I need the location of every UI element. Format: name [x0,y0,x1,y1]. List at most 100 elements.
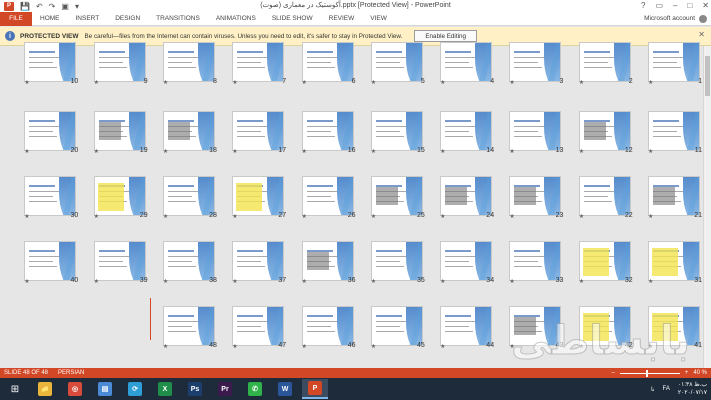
slide-thumbnail[interactable] [301,306,354,346]
taskbar-powerpoint-button[interactable]: P [302,379,328,399]
animation-star-icon[interactable]: ★ [509,278,514,285]
animation-star-icon[interactable]: ★ [648,343,653,350]
language-indicator[interactable]: PERSIAN [58,370,84,376]
clock[interactable]: ۰۱:۳۸ ب.ظ ۲۰۲۰/۰۷/۱۷ [678,381,707,397]
slide-thumbnail[interactable] [24,176,77,216]
animation-star-icon[interactable]: ★ [371,79,376,86]
tab-slide-show[interactable]: SLIDE SHOW [264,12,321,26]
slide-thumbnail[interactable] [509,176,562,216]
animation-star-icon[interactable]: ★ [232,213,237,220]
animation-star-icon[interactable]: ★ [302,343,307,350]
slide-thumbnail[interactable] [440,306,493,346]
animation-star-icon[interactable]: ★ [440,148,445,155]
slide-thumbnail[interactable] [509,241,562,281]
taskbar-file-explorer-button[interactable]: 📁 [32,379,58,399]
minimize-button[interactable]: – [673,0,677,12]
enable-editing-button[interactable]: Enable Editing [414,30,477,42]
animation-star-icon[interactable]: ★ [440,79,445,86]
tab-design[interactable]: DESIGN [107,12,148,26]
animation-star-icon[interactable]: ★ [648,148,653,155]
taskbar-whatsapp-button[interactable]: ✆ [242,379,268,399]
animation-star-icon[interactable]: ★ [24,278,29,285]
slide-thumbnail[interactable] [162,306,215,346]
animation-star-icon[interactable]: ★ [302,79,307,86]
slide-thumbnail[interactable] [301,241,354,281]
slide-thumbnail[interactable] [440,42,493,82]
scrollbar-thumb[interactable] [705,56,710,96]
slide-thumbnail[interactable] [24,111,77,151]
zoom-slider[interactable] [619,369,680,377]
slide-thumbnail[interactable] [93,176,146,216]
animation-star-icon[interactable]: ★ [579,213,584,220]
animation-star-icon[interactable]: ★ [94,278,99,285]
slide-thumbnail[interactable] [370,176,423,216]
slide-thumbnail[interactable] [301,111,354,151]
taskbar-photoshop-button[interactable]: Ps [182,379,208,399]
slide-thumbnail[interactable] [509,111,562,151]
slide-thumbnail[interactable] [370,111,423,151]
animation-star-icon[interactable]: ★ [371,278,376,285]
slide-thumbnail[interactable] [301,176,354,216]
slide-thumbnail[interactable] [162,176,215,216]
start-button[interactable]: ⊞ [0,378,30,400]
animation-star-icon[interactable]: ★ [509,343,514,350]
slide-thumbnail[interactable] [648,241,700,281]
account-name[interactable]: Microsoft account [644,12,695,26]
slide-thumbnail[interactable] [301,42,354,82]
taskbar-word-button[interactable]: W [272,379,298,399]
tab-view[interactable]: VIEW [362,12,395,26]
maximize-button[interactable]: □ [687,0,692,12]
animation-star-icon[interactable]: ★ [94,148,99,155]
slide-thumbnail[interactable] [93,42,146,82]
animation-star-icon[interactable]: ★ [24,79,29,86]
slide-thumbnail[interactable] [232,42,285,82]
slide-thumbnail[interactable] [648,306,700,346]
animation-star-icon[interactable]: ★ [232,343,237,350]
slide-thumbnail[interactable] [648,176,700,216]
close-button[interactable]: ✕ [702,0,709,12]
slide-thumbnail[interactable] [370,42,423,82]
save-icon[interactable]: 💾 [20,2,30,11]
tab-transitions[interactable]: TRANSITIONS [148,12,208,26]
taskbar-premiere-button[interactable]: Pr [212,379,238,399]
animation-star-icon[interactable]: ★ [163,79,168,86]
slide-thumbnail[interactable] [578,306,631,346]
animation-star-icon[interactable]: ★ [509,148,514,155]
zoom-out-button[interactable]: – [611,370,614,376]
animation-star-icon[interactable]: ★ [440,343,445,350]
slide-thumbnail[interactable] [440,176,493,216]
slide-thumbnail[interactable] [440,241,493,281]
animation-star-icon[interactable]: ★ [579,79,584,86]
animation-star-icon[interactable]: ★ [232,278,237,285]
animation-star-icon[interactable]: ★ [232,148,237,155]
avatar[interactable] [699,15,707,23]
animation-star-icon[interactable]: ★ [440,278,445,285]
animation-star-icon[interactable]: ★ [579,148,584,155]
slide-thumbnail[interactable] [578,111,631,151]
animation-star-icon[interactable]: ★ [371,148,376,155]
animation-star-icon[interactable]: ★ [648,213,653,220]
slide-thumbnail[interactable] [232,241,285,281]
tab-animations[interactable]: ANIMATIONS [208,12,264,26]
zoom-in-button[interactable]: + [685,370,689,376]
zoom-level[interactable]: 40 % [693,370,707,376]
animation-star-icon[interactable]: ★ [163,213,168,220]
animation-star-icon[interactable]: ★ [163,148,168,155]
animation-star-icon[interactable]: ★ [509,79,514,86]
animation-star-icon[interactable]: ★ [163,343,168,350]
tab-review[interactable]: REVIEW [321,12,363,26]
animation-star-icon[interactable]: ★ [648,278,653,285]
slide-thumbnail[interactable] [93,111,146,151]
slide-thumbnail[interactable] [370,306,423,346]
taskbar-sync-button[interactable]: ⟳ [122,379,148,399]
animation-star-icon[interactable]: ★ [371,213,376,220]
tab-file[interactable]: FILE [0,11,32,26]
ribbon-display-button[interactable]: ▭ [655,0,663,12]
slide-thumbnail[interactable] [162,42,215,82]
animation-star-icon[interactable]: ★ [579,343,584,350]
slide-thumbnail[interactable] [578,176,631,216]
customize-qat-icon[interactable]: ▾ [75,2,79,11]
slide-thumbnail[interactable] [162,111,215,151]
slide-thumbnail[interactable] [24,42,77,82]
animation-star-icon[interactable]: ★ [163,278,168,285]
